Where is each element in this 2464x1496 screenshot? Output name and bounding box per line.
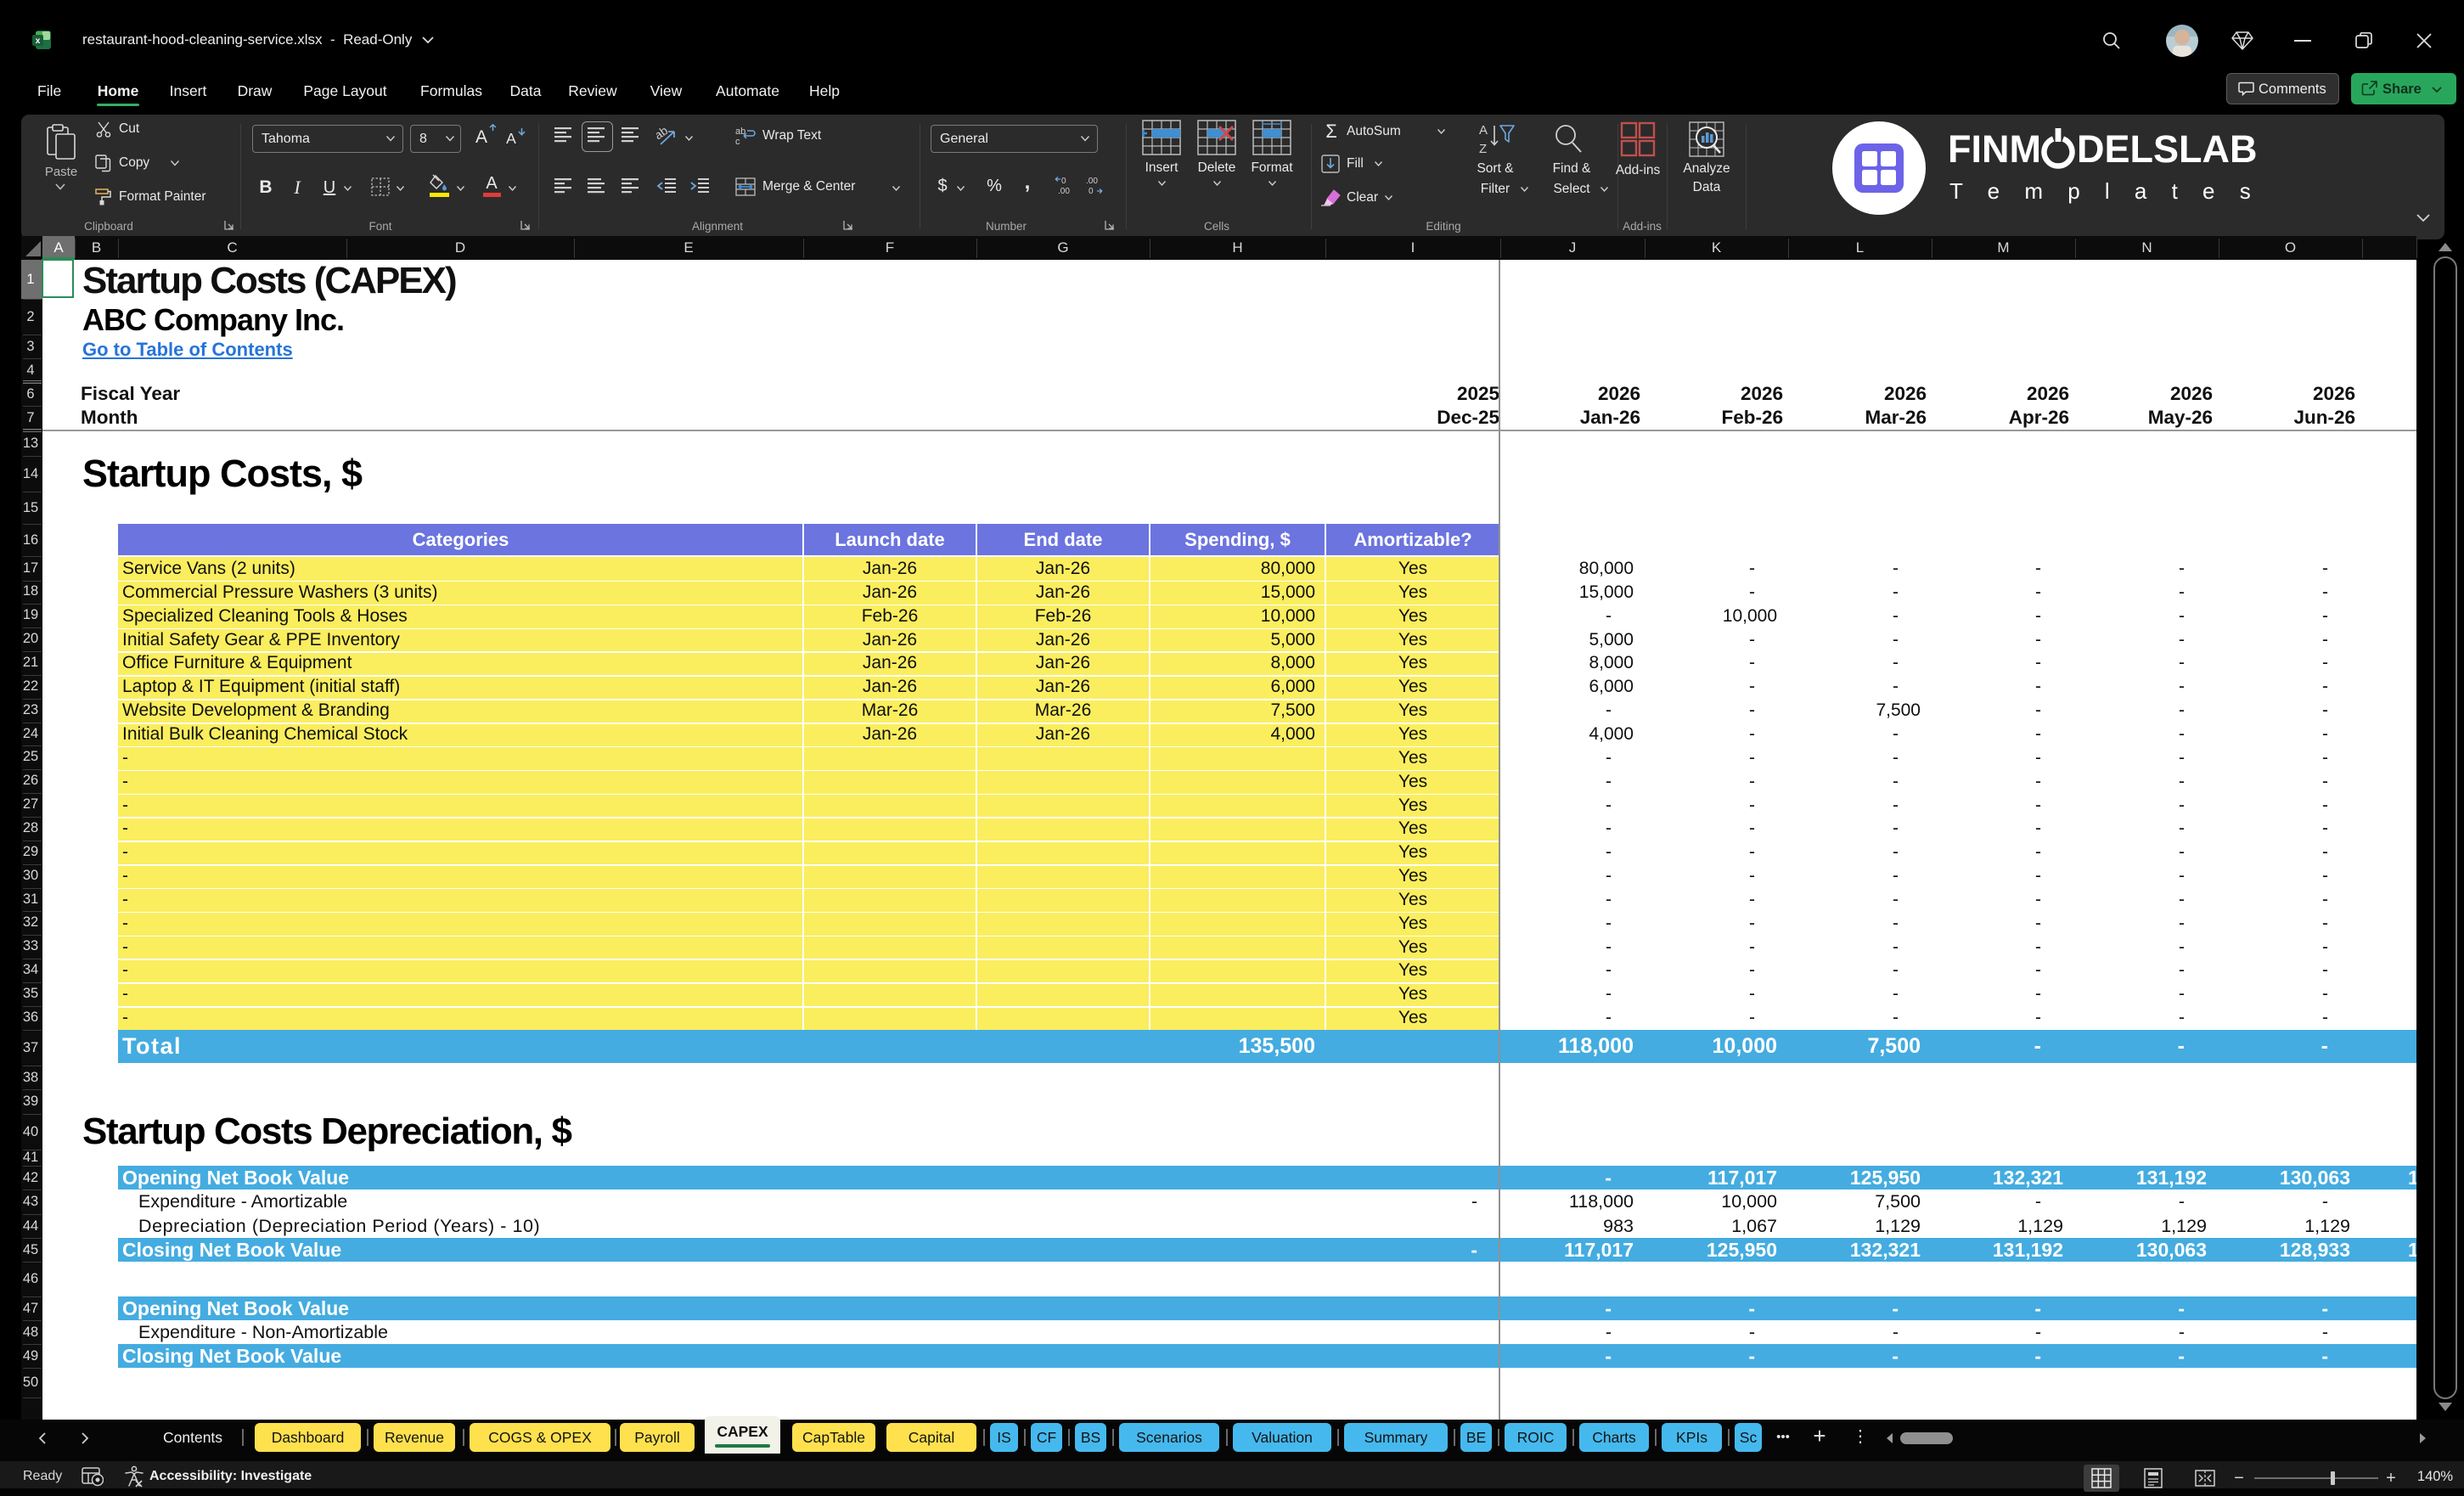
svg-text:A: A: [1479, 123, 1488, 138]
svg-text:ab: ab: [656, 126, 670, 142]
svg-text:.00: .00: [1086, 177, 1098, 186]
svg-text:x: x: [36, 37, 41, 46]
svg-text:0: 0: [1089, 187, 1094, 196]
svg-text:c: c: [735, 137, 740, 146]
svg-text:.00: .00: [1058, 187, 1070, 196]
svg-text:0: 0: [1061, 177, 1066, 186]
svg-text:Z: Z: [1479, 142, 1487, 156]
